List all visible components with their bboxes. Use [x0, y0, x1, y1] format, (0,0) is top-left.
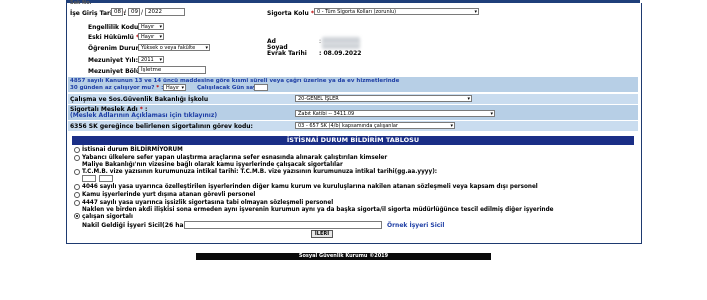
soyad-value-redacted	[322, 43, 360, 49]
ornek-sicil-link[interactable]: Örnek İşyeri Sicil	[387, 222, 444, 229]
chevron-down-icon: ▾	[159, 34, 162, 40]
sigorta-kolu-label: Sigorta Kolu *:	[267, 10, 316, 17]
sk6356-label: 6356 SK gereğince belirlenen sigortalını…	[70, 123, 253, 130]
option-4-radio[interactable]	[74, 184, 80, 190]
evrak-tarihi-value: : 08.09.2022	[319, 50, 362, 57]
chevron-down-icon: ▾	[450, 123, 453, 129]
kanun-question: 30 günden az çalışıyor mu? * :	[70, 85, 164, 91]
kanun-select[interactable]: Hayır ▾	[163, 84, 186, 91]
option-2-label: Maliye Bakanlığı'nın vizesine bağlı olar…	[82, 162, 343, 168]
mezuniyet-yili-label: Mezuniyet Yılı:	[88, 57, 138, 64]
ise-giris-day-field[interactable]: 08	[111, 8, 123, 16]
mezuniyet-bolumu-field[interactable]: İşletme	[138, 66, 206, 74]
ise-giris-year-field[interactable]: 2022	[145, 8, 185, 16]
evrak-tarihi-label: Evrak Tarihi	[267, 50, 307, 57]
option-4-label: 4046 sayılı yasa uyarınca özelleştirilen…	[82, 184, 538, 190]
chevron-down-icon: ▾	[205, 45, 208, 51]
option-5-label: Kamu işyerlerinde yurt dışına atanan gör…	[82, 192, 256, 198]
cut-label: Sak No.	[70, 0, 92, 6]
chevron-down-icon: ▾	[467, 96, 470, 102]
sk6356-select[interactable]: 03 - 657 SK (4/b) kapsamında çalışanlar ▾	[295, 122, 455, 129]
chevron-down-icon: ▾	[159, 24, 162, 30]
ad-colon: :	[319, 38, 322, 45]
option-5-radio[interactable]	[74, 192, 80, 198]
option-6-label: 4447 sayılı yasa uyarınca işsizlik sigor…	[82, 200, 334, 206]
option-1-radio[interactable]	[74, 155, 80, 161]
mezuniyet-yili-select[interactable]: 2011 ▾	[138, 56, 164, 63]
ise-giris-month-field[interactable]: 09	[128, 8, 140, 16]
bakanlik-label: Çalışma ve Sos.Güvenlik Bakanlığı İşkolu	[70, 96, 209, 103]
istisnai-table-title: İSTİSNAİ DURUM BİLDİRİM TABLOSU	[72, 136, 634, 145]
bakanlik-select[interactable]: 20-GENEL İŞLER ▾	[295, 95, 472, 102]
eski-hukumlu-label: Eski Hükümlü *:	[88, 34, 142, 41]
meslek-select[interactable]: Zabıt Katibi -- 3411.09 ▾	[295, 110, 495, 117]
option-6-radio[interactable]	[74, 200, 80, 206]
option-7-radio[interactable]	[74, 213, 80, 219]
tcmb-month-field[interactable]	[99, 175, 113, 182]
option-2-radio[interactable]	[74, 169, 80, 175]
nakil-label: Nakil Geldiği İşyeri Sicil(26 hane)	[82, 222, 195, 229]
ileri-button[interactable]: İLERİ	[311, 230, 333, 238]
chevron-down-icon: ▾	[490, 111, 493, 117]
option-1-label: Yabancı ülkelere sefer yapan ulaştırma a…	[82, 155, 388, 161]
right-edge	[696, 0, 707, 300]
footer-copyright: Sosyal Güvenlik Kurumu ©2019	[196, 253, 491, 260]
option-3-label: T.C.M.B. vize yazısının kurumunuza intik…	[82, 169, 438, 175]
eski-hukumlu-select[interactable]: Hayır ▾	[138, 33, 164, 40]
chevron-down-icon: ▾	[181, 85, 184, 91]
kanun-text-1: 4857 sayılı Kanunun 13 ve 14 üncü maddes…	[70, 78, 400, 84]
tcmb-day-field[interactable]	[82, 175, 96, 182]
chevron-down-icon: ▾	[159, 57, 162, 63]
option-0-label: İstisnai durum BİLDİRMİYORUM	[82, 147, 183, 153]
date-sep-2: /	[141, 9, 144, 16]
ogrenim-select[interactable]: Yüksek o veya fakülte ▾	[138, 44, 210, 51]
option-7-label: Naklen ve birden akdi ilişkisi sona erme…	[82, 207, 554, 220]
engellilik-select[interactable]: Hayır ▾	[138, 23, 164, 30]
chevron-down-icon: ▾	[474, 9, 477, 15]
date-sep-1: /	[124, 9, 127, 16]
sigorta-kolu-select[interactable]: 0 - Tüm Sigorta Kolları (zorunlu) ▾	[314, 8, 479, 15]
meslek-aciklama-link[interactable]: (Meslek Adlarının Açıklaması için tıklay…	[70, 112, 217, 119]
option-0-radio[interactable]	[74, 147, 80, 153]
calisacak-gun-field[interactable]	[254, 84, 268, 91]
nakil-sicil-field[interactable]	[184, 221, 382, 229]
